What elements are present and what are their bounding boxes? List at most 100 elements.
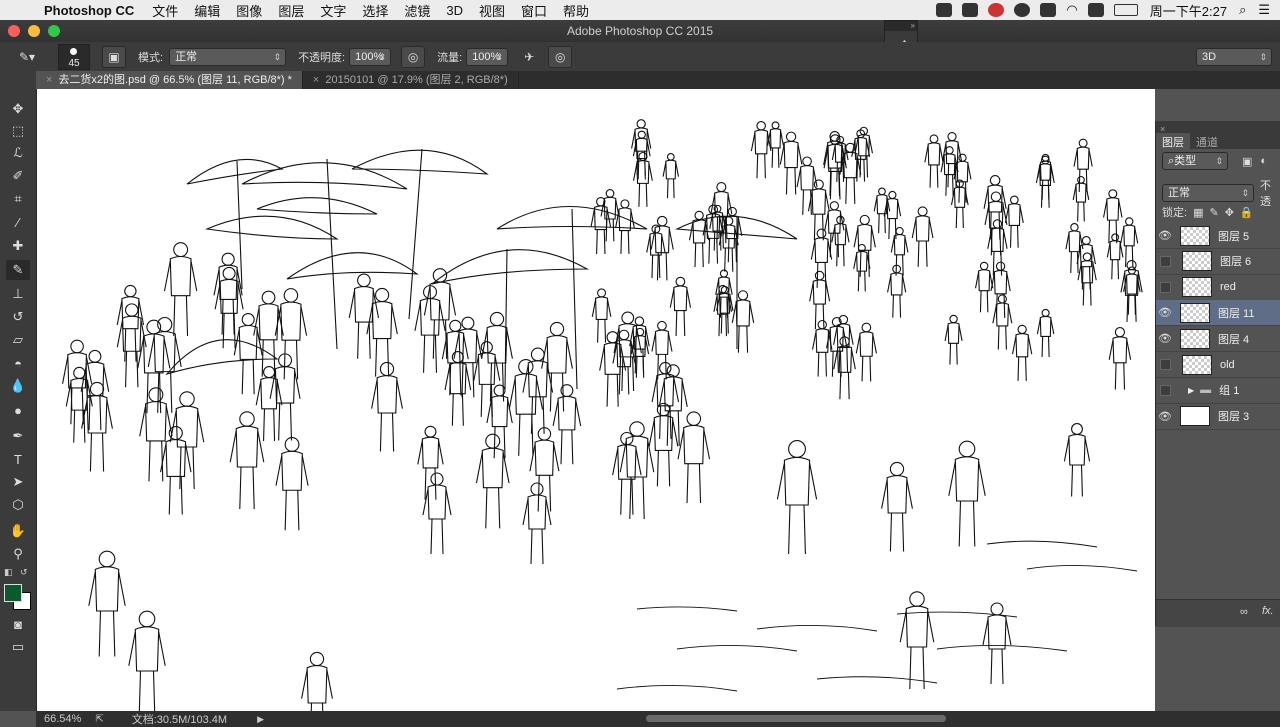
menu-help[interactable]: 帮助 — [563, 1, 589, 20]
quick-select-icon[interactable]: ✐ — [6, 166, 30, 186]
lock-position-icon[interactable]: ✥ — [1225, 206, 1234, 219]
foreground-color-swatch[interactable] — [4, 584, 22, 602]
zoom-level[interactable]: 66.54% — [44, 713, 81, 725]
eraser-icon[interactable]: ▱ — [6, 330, 30, 350]
opacity-input[interactable]: 100% — [349, 47, 392, 66]
tray-icon-1[interactable] — [936, 3, 953, 17]
layer-row[interactable]: red — [1156, 275, 1280, 301]
tab-channels[interactable]: 通道 — [1190, 133, 1224, 149]
history-brush-icon[interactable]: ↺ — [6, 307, 30, 327]
paint-bucket-icon[interactable]: ◓ — [6, 353, 30, 373]
share-icon[interactable]: ⇱ — [95, 714, 103, 725]
filter-adjustment-icon[interactable]: ◐ — [1260, 155, 1267, 167]
menu-layer[interactable]: 图层 — [278, 1, 304, 20]
document-tab[interactable]: × 20150101 @ 17.9% (图层 2, RGB/8*) — [303, 71, 519, 89]
dodge-icon[interactable]: ● — [6, 400, 30, 420]
move-icon[interactable]: ✥ — [6, 99, 30, 119]
pressure-size-icon[interactable]: ◎ — [548, 45, 573, 68]
tab-layers[interactable]: 图层 — [1156, 133, 1190, 149]
lock-all-icon[interactable]: 🔒 — [1240, 206, 1254, 219]
lock-pixels-icon[interactable]: ✎ — [1209, 206, 1218, 219]
status-menu-arrow-icon[interactable]: ▶ — [257, 714, 264, 725]
marquee-icon[interactable]: ⬚ — [6, 121, 30, 141]
eyedropper-icon[interactable]: ⁄ — [6, 212, 30, 232]
link-layers-icon[interactable]: ∞ — [1240, 606, 1248, 618]
visibility-toggle-icon[interactable] — [1160, 255, 1171, 267]
visibility-toggle-icon[interactable] — [1160, 281, 1171, 293]
zoom-icon[interactable]: ⚲ — [6, 544, 30, 564]
pressure-opacity-icon[interactable]: ◎ — [401, 45, 426, 68]
swap-colors-icon[interactable]: ↺ — [20, 567, 28, 578]
layer-row[interactable]: 👁 图层 5 — [1156, 223, 1280, 249]
document-canvas[interactable] — [37, 89, 1155, 711]
blend-mode-select[interactable]: 正常 — [1162, 184, 1255, 202]
pen-icon[interactable]: ✒ — [6, 426, 30, 446]
menu-image[interactable]: 图像 — [236, 1, 262, 20]
panel-collapse-icon[interactable]: » — [885, 21, 917, 31]
layer-row[interactable]: 👁 图层 11 — [1156, 300, 1280, 327]
group-expand-icon[interactable]: ▶ — [1188, 386, 1194, 395]
mode-select[interactable]: 正常 — [169, 47, 287, 66]
notification-center-icon[interactable]: ☰ — [1258, 2, 1270, 18]
tray-icon-2[interactable] — [962, 3, 979, 17]
spotlight-icon[interactable]: ⌕ — [1239, 2, 1246, 18]
app-menu[interactable]: Photoshop CC — [44, 3, 134, 18]
filter-image-icon[interactable]: ▣ — [1242, 155, 1252, 168]
menu-filter[interactable]: 滤镜 — [404, 1, 430, 20]
brush-size-picker[interactable]: 45 — [58, 43, 90, 70]
wechat-icon[interactable] — [1014, 3, 1031, 17]
quick-mask-icon[interactable]: ◙ — [6, 614, 30, 634]
brush-icon[interactable]: ✎ — [6, 260, 30, 280]
crop-icon[interactable]: ⌗ — [6, 189, 30, 209]
stamp-icon[interactable]: ⊥ — [6, 284, 30, 304]
layer-row[interactable]: 图层 6 — [1156, 249, 1280, 275]
layer-thumbnail — [1180, 225, 1210, 246]
screen-mode-icon[interactable]: ▭ — [6, 637, 30, 657]
tray-icon-5[interactable] — [1040, 3, 1057, 17]
battery-icon[interactable] — [1113, 4, 1138, 16]
menu-select[interactable]: 选择 — [362, 1, 388, 20]
blur-icon[interactable]: 💧 — [6, 376, 30, 396]
clock[interactable]: 周一下午2:27 — [1150, 1, 1227, 20]
layer-row[interactable]: 👁 图层 4 — [1156, 326, 1280, 353]
default-colors-icon[interactable]: ◧ — [4, 567, 13, 578]
airbrush-icon[interactable]: ✈ — [518, 47, 540, 67]
crowd-figure — [1120, 217, 1139, 268]
document-tab-active[interactable]: × 去二货x2的图.psd @ 66.5% (图层 11, RGB/8*) * — [36, 71, 303, 89]
close-tab-icon[interactable]: × — [313, 74, 319, 86]
shape-icon[interactable]: ⬡ — [6, 495, 30, 515]
input-method-icon[interactable] — [1087, 3, 1104, 17]
menu-view[interactable]: 视图 — [479, 1, 505, 20]
fx-icon[interactable]: fx. — [1262, 605, 1274, 617]
flow-input[interactable]: 100% — [466, 47, 509, 66]
lasso-icon[interactable]: ℒ — [6, 143, 30, 163]
visibility-eye-icon[interactable]: 👁 — [1156, 332, 1174, 345]
path-select-icon[interactable]: ➤ — [6, 472, 30, 492]
horizontal-scrollbar[interactable] — [646, 715, 946, 722]
layer-filter-select[interactable]: ⌕类型 — [1162, 152, 1228, 170]
close-tab-icon[interactable]: × — [46, 74, 52, 86]
hand-icon[interactable]: ✋ — [6, 521, 30, 541]
layer-row[interactable]: old — [1156, 352, 1280, 378]
workspace-select[interactable]: 3D — [1196, 47, 1272, 66]
layer-row[interactable]: ▶ ▬ 组 1 — [1156, 378, 1280, 404]
tray-icon-3[interactable] — [988, 3, 1005, 17]
layer-name: 组 1 — [1219, 385, 1240, 398]
lock-transparency-icon[interactable]: ▦ — [1193, 206, 1203, 219]
menu-window[interactable]: 窗口 — [521, 1, 547, 20]
visibility-eye-icon[interactable]: 👁 — [1156, 410, 1174, 423]
visibility-eye-icon[interactable]: 👁 — [1156, 229, 1174, 242]
wifi-icon[interactable]: ◠ — [1066, 2, 1077, 18]
brush-panel-toggle-icon[interactable]: ▣ — [102, 45, 126, 68]
menu-edit[interactable]: 编辑 — [194, 1, 220, 20]
menu-type[interactable]: 文字 — [320, 1, 346, 20]
menu-file[interactable]: 文件 — [152, 1, 178, 20]
visibility-toggle-icon[interactable] — [1160, 384, 1171, 396]
visibility-toggle-icon[interactable] — [1160, 359, 1171, 370]
layer-row[interactable]: 👁 图层 3 — [1156, 404, 1280, 430]
healing-icon[interactable]: ✚ — [6, 236, 30, 256]
brush-preset-icon[interactable]: ✎▾ — [12, 47, 42, 67]
menu-3d[interactable]: 3D — [446, 3, 463, 18]
visibility-eye-icon[interactable]: 👁 — [1156, 306, 1174, 319]
type-icon[interactable]: T — [6, 449, 30, 469]
